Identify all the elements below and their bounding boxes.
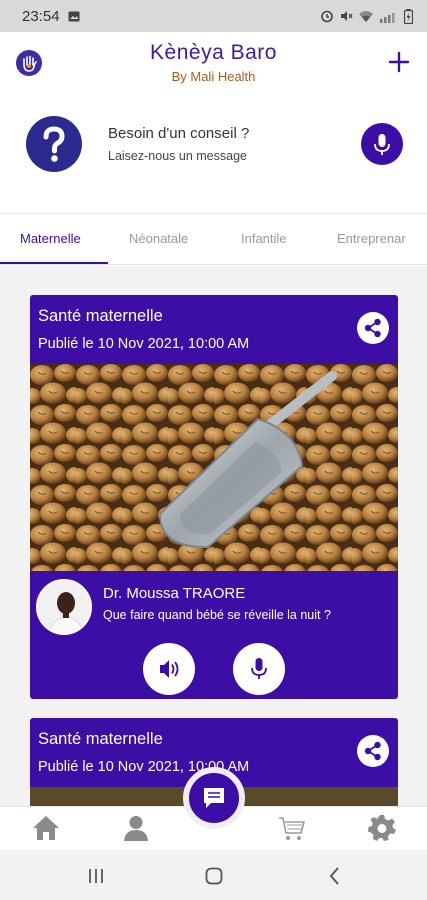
app-title: Kènèya Baro [150,41,277,64]
post-question: Que faire quand bébé se réveille la nuit… [103,608,331,622]
signal-icon [380,12,395,23]
chat-icon [204,788,224,808]
listen-button[interactable] [143,643,195,695]
battery-icon [404,8,413,24]
record-message-button[interactable] [361,123,403,165]
tab-entreprenariat[interactable]: Entreprenar [337,231,406,246]
speaker-icon [160,660,179,678]
tab-indicator [0,262,108,264]
share-icon [364,741,381,761]
system-navigation-bar [0,850,427,900]
recent-apps-icon[interactable] [85,865,107,887]
share-button[interactable] [357,735,389,767]
microphone-icon [374,134,390,155]
wifi-icon [359,10,373,22]
post-card[interactable]: Santé maternelle Publié le 10 Nov 2021, … [30,295,398,699]
share-button[interactable] [357,312,389,344]
post-header: Santé maternelle Publié le 10 Nov 2021, … [30,295,398,364]
advice-section: Besoin d'un conseil ? Laisez-nous un mes… [0,98,427,213]
profile-icon[interactable] [121,813,151,843]
image-icon [68,11,80,21]
question-icon[interactable] [26,116,82,172]
alarm-icon [321,10,333,23]
post-author-section: Dr. Moussa TRAORE Que faire quand bébé s… [30,571,398,699]
post-category: Santé maternelle [38,730,163,748]
avatar[interactable] [36,579,92,635]
settings-icon[interactable] [367,813,397,843]
post-category: Santé maternelle [38,307,163,325]
status-bar: 23:54 [0,0,427,32]
cart-icon[interactable] [277,813,307,843]
post-image [30,364,398,571]
home-system-icon[interactable] [203,865,225,887]
app-subtitle: By Mali Health [171,69,256,84]
post-feed[interactable]: Santé maternelle Publié le 10 Nov 2021, … [0,266,427,806]
reply-voice-button[interactable] [233,643,285,695]
status-time: 23:54 [22,7,60,25]
back-icon[interactable] [324,865,346,887]
microphone-icon [251,658,267,679]
tab-neonatale[interactable]: Néonatale [129,231,188,246]
post-date: Publié le 10 Nov 2021, 10:00 AM [38,336,250,352]
plus-icon[interactable] [385,48,413,76]
home-icon[interactable] [31,813,61,843]
advice-subtitle: Laisez-nous un message [108,149,247,163]
app-header: Kènèya Baro By Mali Health [0,32,427,98]
category-tabs: Maternelle Néonatale Infantile Entrepren… [0,213,427,265]
author-name: Dr. Moussa TRAORE [103,585,246,602]
advice-title: Besoin d'un conseil ? [108,125,250,142]
mute-icon [341,11,353,21]
share-icon [364,318,381,338]
tab-infantile[interactable]: Infantile [241,231,287,246]
tab-maternelle[interactable]: Maternelle [20,231,81,246]
chat-button[interactable] [183,767,245,829]
